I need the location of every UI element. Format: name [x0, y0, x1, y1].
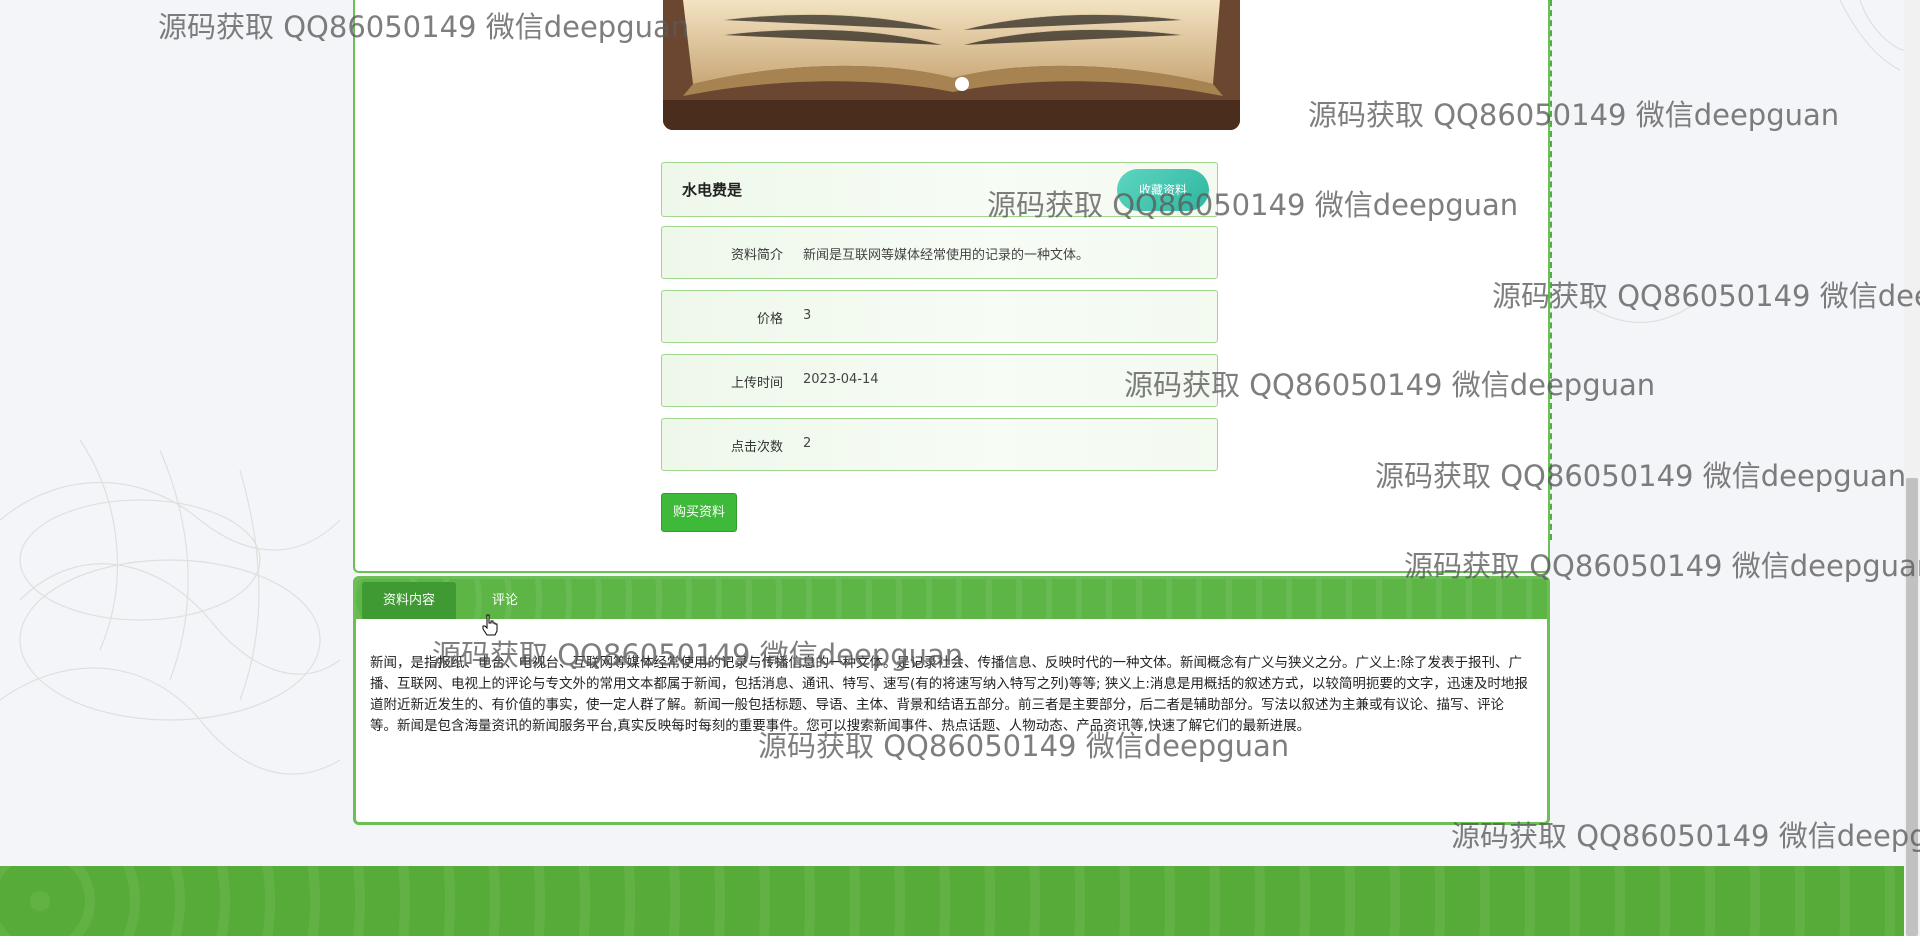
field-label-upload-time: 上传时间: [730, 376, 783, 391]
field-value-upload-time: 2023-04-14: [803, 372, 879, 387]
field-label-intro: 资料简介: [730, 248, 783, 263]
content-tab-panel: 资料内容 评论 新闻，是指报纸、电台、电视台、互联网等媒体经常使用的记录与传播信…: [353, 576, 1550, 825]
field-row-price: 价格 3: [661, 290, 1218, 343]
field-value-click-count: 2: [803, 436, 812, 451]
tab-bar: 资料内容 评论: [356, 579, 1547, 619]
collect-button[interactable]: 收藏资料: [1117, 169, 1209, 211]
field-value-intro: 新闻是互联网等媒体经常使用的记录的一种文体。: [803, 248, 1090, 263]
page-footer: [0, 866, 1920, 936]
book-banner-image: [663, 0, 1240, 130]
field-value-price: 3: [803, 308, 812, 323]
hand-cursor-icon: [482, 614, 498, 636]
tab-content-text: 新闻，是指报纸、电台、电视台、互联网等媒体经常使用的记录与传播信息的一种文体。是…: [370, 655, 1528, 734]
product-title-row: 水电费是 收藏资料: [661, 162, 1218, 217]
watermark-text: 源码获取 QQ86050149 微信deepguan: [1492, 279, 1920, 313]
field-row-upload-time: 上传时间 2023-04-14: [661, 354, 1218, 407]
field-row-click-count: 点击次数 2: [661, 418, 1218, 471]
field-label-price: 价格: [756, 312, 783, 327]
scrollbar-thumb[interactable]: [1906, 478, 1918, 936]
field-label-click-count: 点击次数: [730, 440, 783, 455]
dashed-divider: [1550, 0, 1552, 540]
carousel-dot[interactable]: [955, 77, 969, 91]
buy-button[interactable]: 购买资料: [661, 493, 737, 532]
product-title: 水电费是: [682, 182, 743, 199]
field-row-intro: 资料简介 新闻是互联网等媒体经常使用的记录的一种文体。: [661, 226, 1218, 279]
tab-content[interactable]: 资料内容: [362, 582, 456, 619]
